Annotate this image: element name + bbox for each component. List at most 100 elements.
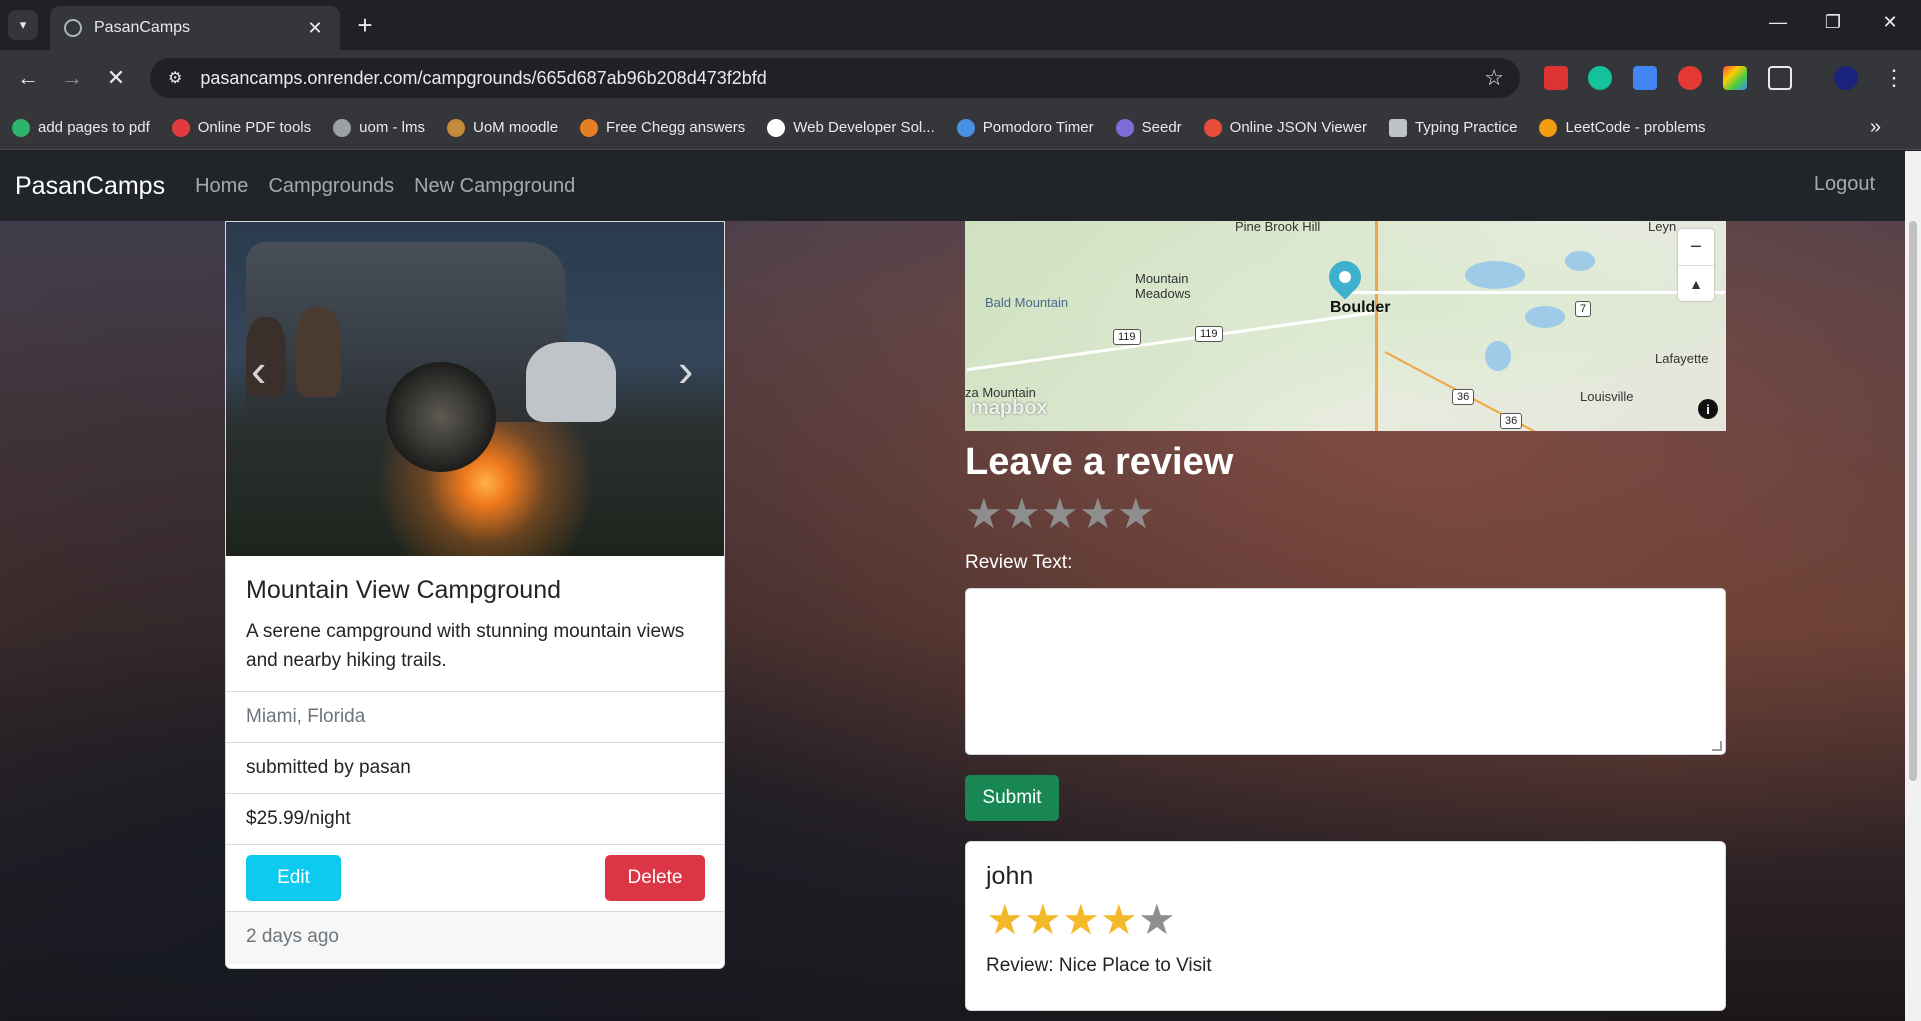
map-road: [1345, 291, 1725, 294]
color-picker-icon[interactable]: [1723, 66, 1747, 90]
back-arrow-icon[interactable]: ←: [14, 64, 42, 92]
tab-search-button[interactable]: ▾: [8, 10, 38, 40]
address-bar[interactable]: ⚙ pasancamps.onrender.com/campgrounds/66…: [150, 58, 1520, 98]
bookmark-favicon-icon: [1203, 118, 1222, 137]
bookmark-label: Pomodoro Timer: [982, 119, 1094, 136]
map-road: [1375, 221, 1378, 431]
nav-link-home[interactable]: Home: [195, 175, 248, 198]
review-body: Review: Nice Place to Visit: [986, 955, 1212, 976]
bookmark-favicon-icon: [1115, 118, 1134, 137]
map-marker-dot: [1336, 268, 1354, 286]
review-card: john ★ ★ ★ ★ ★ Review: Nice Place to Vis…: [965, 841, 1726, 1011]
bookmark-item[interactable]: UoM moodle: [447, 118, 558, 137]
campground-title: Mountain View Campground: [246, 576, 562, 604]
chevron-down-icon: ▾: [19, 17, 27, 32]
bookmark-item[interactable]: add pages to pdf: [12, 118, 150, 137]
logout-link[interactable]: Logout: [1814, 173, 1875, 196]
route-shield: 119: [1195, 326, 1223, 342]
rating-star-3[interactable]: ★: [1041, 493, 1079, 535]
more-bookmarks-icon[interactable]: »: [1870, 116, 1881, 139]
bookmark-label: add pages to pdf: [38, 119, 150, 136]
rating-star-5[interactable]: ★: [1117, 493, 1155, 535]
submit-review-button[interactable]: Submit: [965, 775, 1059, 821]
menu-kebab-icon[interactable]: ⋮: [1880, 64, 1908, 92]
grammarly-icon[interactable]: [1588, 66, 1612, 90]
browser-tab[interactable]: PasanCamps ✕: [50, 6, 340, 50]
map-lake: [1525, 306, 1565, 328]
page-scrollbar[interactable]: [1905, 151, 1921, 1021]
review-author: john: [986, 862, 1034, 890]
brand-link[interactable]: PasanCamps: [15, 172, 165, 201]
bookmark-label: Online PDF tools: [197, 119, 312, 136]
close-icon[interactable]: ✕: [304, 18, 326, 39]
image-carousel: ‹ ›: [226, 222, 724, 556]
bookmark-label: uom - lms: [359, 119, 425, 136]
bookmark-item[interactable]: Web Developer Sol...: [767, 118, 935, 137]
edit-button[interactable]: Edit: [246, 855, 341, 901]
star-filled-icon: ★: [1024, 896, 1062, 943]
bookmark-favicon-icon: [12, 118, 30, 137]
star-filled-icon: ★: [1062, 896, 1100, 943]
route-shield: 36: [1452, 389, 1475, 405]
stop-loading-icon[interactable]: ✕: [102, 64, 130, 92]
carousel-prev-icon[interactable]: ‹: [251, 347, 266, 393]
scrollbar-thumb[interactable]: [1909, 221, 1917, 781]
carousel-next-icon[interactable]: ›: [678, 347, 693, 393]
campground-description: A serene campground with stunning mounta…: [246, 621, 685, 671]
bookmark-item[interactable]: Free Chegg answers: [580, 118, 745, 137]
delete-button[interactable]: Delete: [605, 855, 705, 901]
review-textarea[interactable]: [965, 588, 1726, 755]
map-label-leyn: Leyn: [1648, 221, 1677, 234]
bookmark-label: Typing Practice: [1414, 119, 1518, 136]
map-label-bald-mountain: Bald Mountain: [985, 295, 1069, 310]
url-text[interactable]: pasancamps.onrender.com/campgrounds/665d…: [200, 68, 1484, 89]
bookmark-item[interactable]: uom - lms: [333, 118, 425, 137]
campground-map[interactable]: Pine Brook Hill Mountain Meadows Bald Mo…: [965, 221, 1726, 431]
zoom-out-icon[interactable]: −: [1678, 229, 1714, 265]
star-empty-icon: ★: [1138, 896, 1176, 943]
bookmark-item[interactable]: Typing Practice: [1388, 118, 1518, 137]
bookmark-star-icon[interactable]: ☆: [1484, 65, 1504, 91]
star-filled-icon: ★: [1100, 896, 1138, 943]
carousel-image-detail: [526, 342, 616, 422]
bookmark-favicon-icon: [447, 118, 465, 137]
card-body: Mountain View Campground A serene campgr…: [226, 556, 724, 692]
info-icon[interactable]: i: [1698, 399, 1718, 419]
bookmark-label: Online JSON Viewer: [1229, 119, 1367, 136]
bookmark-item[interactable]: Pomodoro Timer: [956, 118, 1094, 137]
route-shield: 7: [1575, 301, 1592, 317]
posted-time: 2 days ago: [226, 912, 724, 964]
new-tab-button[interactable]: +: [352, 12, 378, 38]
map-label-boulder: Boulder: [1330, 299, 1391, 316]
translate-icon[interactable]: [1633, 66, 1657, 90]
bookmark-item[interactable]: Online PDF tools: [171, 118, 312, 137]
browser-tab-bar: ▾ PasanCamps ✕ + — ❐ ✕: [0, 0, 1921, 50]
bookmark-item[interactable]: Seedr: [1115, 118, 1182, 137]
nav-link-campgrounds[interactable]: Campgrounds: [268, 175, 394, 198]
profile-avatar[interactable]: [1834, 66, 1858, 90]
bookmark-favicon-icon: [333, 118, 352, 137]
rating-star-4[interactable]: ★: [1079, 493, 1117, 535]
map-zoom-controls: − ▲: [1678, 229, 1714, 301]
mapbox-logo: mapbox: [971, 397, 1048, 419]
forward-arrow-icon[interactable]: →: [58, 64, 86, 92]
map-road: [966, 309, 1384, 372]
route-shield: 36: [1500, 413, 1523, 429]
review-rating: ★ ★ ★ ★ ★: [986, 899, 1705, 941]
bookmark-item[interactable]: LeetCode - problems: [1539, 118, 1706, 137]
nav-link-new-campground[interactable]: New Campground: [414, 175, 575, 198]
site-info-icon[interactable]: ⚙: [168, 68, 182, 88]
rating-star-2[interactable]: ★: [1003, 493, 1041, 535]
map-label-louisville: Louisville: [1580, 389, 1634, 404]
adblock-icon[interactable]: [1678, 66, 1702, 90]
extension-icon[interactable]: [1544, 66, 1568, 90]
window-close-icon[interactable]: ✕: [1870, 12, 1910, 33]
bookmark-item[interactable]: Online JSON Viewer: [1203, 118, 1367, 137]
rating-star-1[interactable]: ★: [965, 493, 1003, 535]
extensions-puzzle-icon[interactable]: [1768, 66, 1792, 90]
compass-icon[interactable]: ▲: [1678, 265, 1714, 301]
rating-input: ★ ★ ★ ★ ★: [965, 493, 1155, 535]
resize-handle[interactable]: [1712, 741, 1722, 751]
restore-icon[interactable]: ❐: [1813, 12, 1853, 33]
minimize-icon[interactable]: —: [1758, 12, 1798, 33]
